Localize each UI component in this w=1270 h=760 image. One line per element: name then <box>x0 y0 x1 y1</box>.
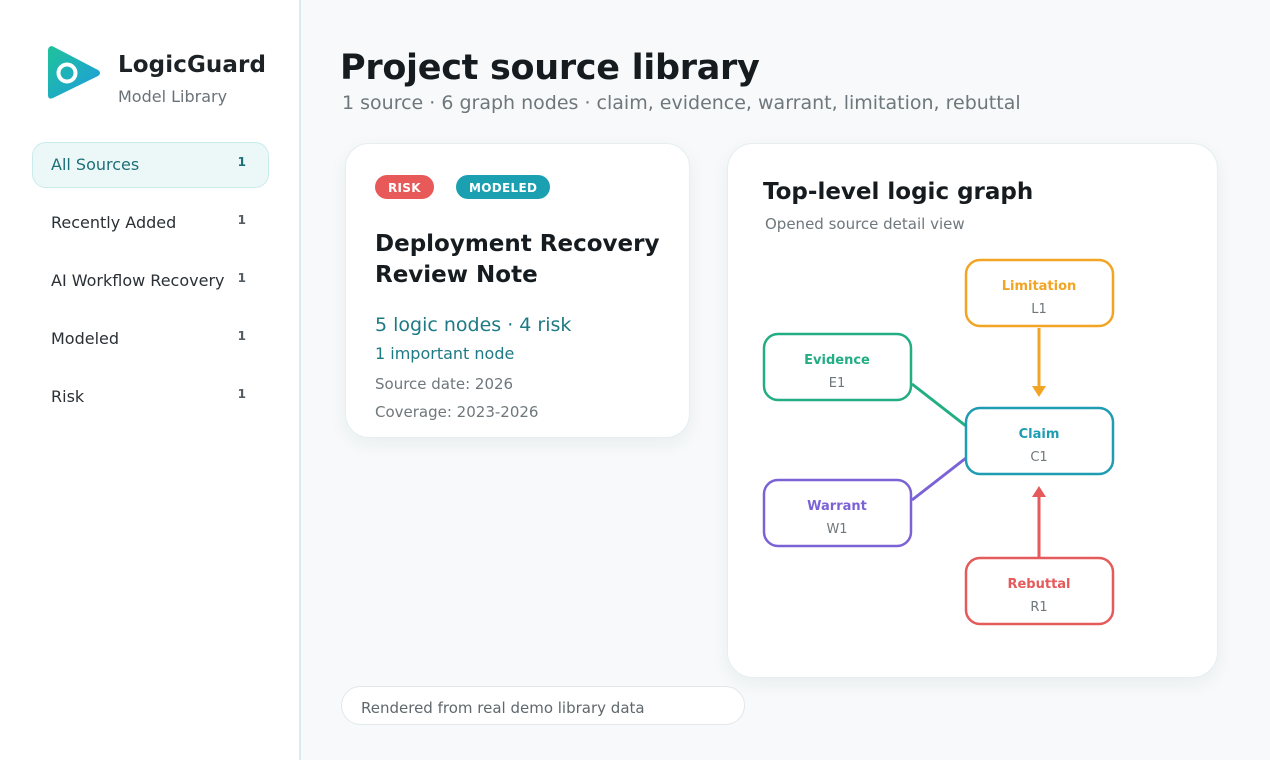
sidebar-item-risk[interactable]: Risk 1 <box>32 374 269 420</box>
risk-badge: RISK <box>375 175 434 199</box>
sidebar-item-label: Risk <box>51 387 85 406</box>
arrow-head-rebuttal <box>1032 486 1046 497</box>
node-id: W1 <box>826 522 847 537</box>
source-date: Source date: 2026 <box>375 375 514 393</box>
source-card[interactable]: RISK MODELED Deployment Recovery Review … <box>345 143 690 438</box>
node-label: Claim <box>1019 427 1060 442</box>
data-source-text: Rendered from real demo library data <box>361 699 645 717</box>
page-title: Project source library <box>340 48 760 88</box>
graph-node-rebuttal[interactable]: Rebuttal R1 <box>964 556 1115 626</box>
graph-node-evidence[interactable]: Evidence E1 <box>762 332 913 402</box>
node-id: C1 <box>1030 450 1047 465</box>
sidebar-item-count: 1 <box>237 387 246 401</box>
node-id: R1 <box>1030 600 1047 615</box>
arrow-head-limitation <box>1032 386 1046 397</box>
node-label: Warrant <box>807 499 867 514</box>
modeled-badge: MODELED <box>456 175 551 199</box>
sidebar-item-all-sources[interactable]: All Sources 1 <box>32 142 269 188</box>
sidebar-nav: All Sources 1 Recently Added 1 AI Workfl… <box>32 142 269 432</box>
edge-warrant-claim <box>911 456 967 502</box>
sidebar-item-ai-workflow-recovery[interactable]: AI Workflow Recovery 1 <box>32 258 269 304</box>
sidebar-item-modeled[interactable]: Modeled 1 <box>32 316 269 362</box>
source-title: Deployment Recovery Review Note <box>375 231 660 288</box>
graph-node-claim[interactable]: Claim C1 <box>964 406 1115 476</box>
app-root: LogicGuard Model Library All Sources 1 R… <box>0 0 1270 760</box>
logic-graph-card: Top-level logic graph Opened source deta… <box>727 143 1218 678</box>
logic-graph: Limitation L1 Evidence E1 Claim C1 Warra… <box>762 258 1115 626</box>
sidebar-item-count: 1 <box>237 271 246 285</box>
sidebar-item-count: 1 <box>237 329 246 343</box>
sidebar-item-count: 1 <box>237 213 246 227</box>
brand-name: LogicGuard <box>118 52 267 78</box>
node-id: E1 <box>829 376 846 391</box>
node-label: Rebuttal <box>1007 577 1070 592</box>
graph-node-limitation[interactable]: Limitation L1 <box>964 258 1115 328</box>
edge-evidence-claim <box>911 382 967 428</box>
sidebar-item-label: Recently Added <box>51 213 177 232</box>
sidebar-item-count: 1 <box>237 155 246 169</box>
node-label: Evidence <box>804 353 870 368</box>
sidebar: LogicGuard Model Library All Sources 1 R… <box>0 0 301 760</box>
coverage-range: Coverage: 2023-2026 <box>375 403 539 421</box>
sidebar-item-label: Modeled <box>51 329 120 348</box>
brand-subtitle: Model Library <box>118 87 228 106</box>
node-label: Limitation <box>1002 279 1077 294</box>
important-node-count: 1 important node <box>375 344 515 363</box>
sidebar-item-label: AI Workflow Recovery <box>51 271 225 290</box>
graph-node-warrant[interactable]: Warrant W1 <box>762 478 913 548</box>
sidebar-item-label: All Sources <box>51 155 140 174</box>
page-subtitle: 1 source · 6 graph nodes · claim, eviden… <box>342 92 1021 114</box>
play-logo-icon <box>48 46 100 99</box>
data-source-note: Rendered from real demo library data <box>341 686 745 725</box>
logic-nodes-metric: 5 logic nodes · 4 risk <box>375 314 572 336</box>
brand[interactable]: LogicGuard Model Library <box>46 44 286 108</box>
sidebar-item-recently-added[interactable]: Recently Added 1 <box>32 200 269 246</box>
node-id: L1 <box>1031 302 1047 317</box>
